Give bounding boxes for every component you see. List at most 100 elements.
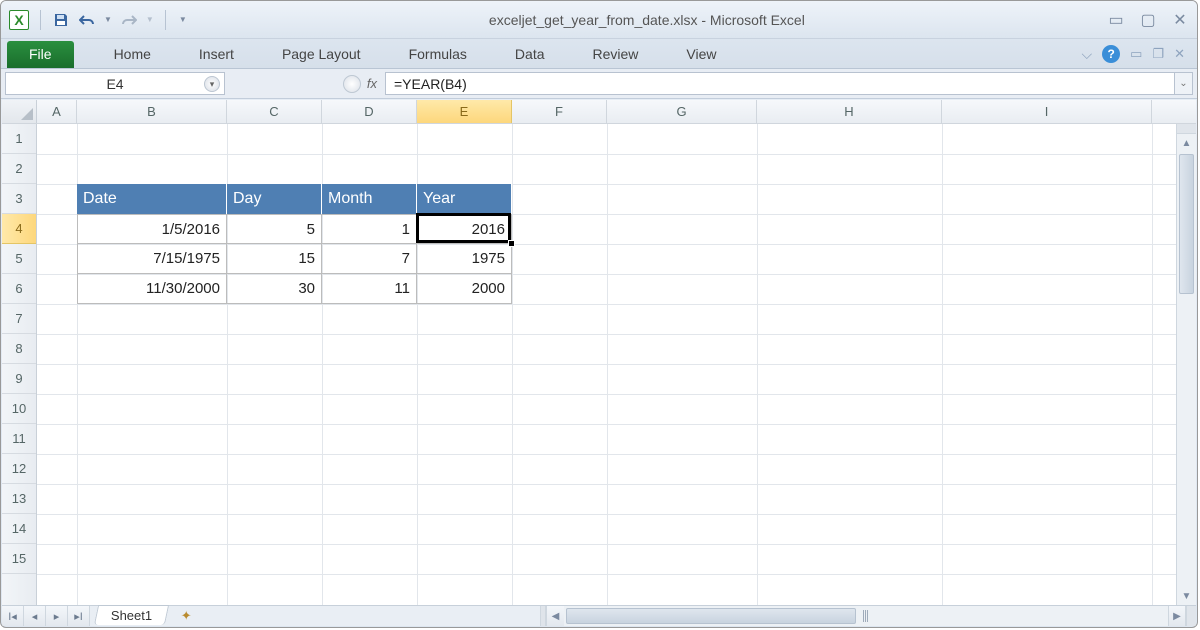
cell-B3[interactable]: Date — [77, 184, 227, 214]
redo-icon[interactable] — [120, 11, 138, 29]
col-header-G[interactable]: G — [607, 100, 757, 123]
cell-B4[interactable]: 1/5/2016 — [77, 214, 227, 244]
undo-icon[interactable] — [78, 11, 96, 29]
row-header-6[interactable]: 6 — [2, 274, 36, 304]
col-header-D[interactable]: D — [322, 100, 417, 123]
cell-D6[interactable]: 11 — [322, 274, 417, 304]
row-header-10[interactable]: 10 — [2, 394, 36, 424]
close-button[interactable]: ✕ — [1171, 11, 1189, 29]
row-header-7[interactable]: 7 — [2, 304, 36, 334]
formula-text: =YEAR(B4) — [394, 76, 467, 92]
save-icon[interactable] — [52, 11, 70, 29]
row-header-3[interactable]: 3 — [2, 184, 36, 214]
col-header-C[interactable]: C — [227, 100, 322, 123]
hscroll-tick-icon — [863, 610, 869, 622]
col-header-E[interactable]: E — [417, 100, 512, 123]
row-header-15[interactable]: 15 — [2, 544, 36, 574]
row-header-11[interactable]: 11 — [2, 424, 36, 454]
ribbon-chevron-icon[interactable]: ⌵ — [1082, 46, 1093, 63]
row-header-12[interactable]: 12 — [2, 454, 36, 484]
cell-D5[interactable]: 7 — [322, 244, 417, 274]
qat-customize-icon[interactable]: ▼ — [179, 15, 187, 24]
row-header-2[interactable]: 2 — [2, 154, 36, 184]
undo-dropdown-icon[interactable]: ▼ — [104, 15, 112, 24]
vscroll-down-icon[interactable]: ▼ — [1177, 587, 1196, 605]
cell-B5[interactable]: 7/15/1975 — [77, 244, 227, 274]
vscroll-split-handle[interactable] — [1177, 124, 1196, 134]
sheet-nav-first-icon[interactable]: I◂ — [2, 606, 24, 626]
tab-formulas[interactable]: Formulas — [409, 46, 467, 62]
cell-E6[interactable]: 2000 — [417, 274, 512, 304]
cells-area[interactable]: DateDayMonthYear1/5/20165120167/15/19751… — [37, 124, 1196, 605]
tab-page-layout[interactable]: Page Layout — [282, 46, 361, 62]
ribbon-tabs: File Home Insert Page Layout Formulas Da… — [1, 39, 1197, 69]
excel-window: X ▼ ▼ ▼ exceljet_get_year_from_date.xlsx… — [0, 0, 1198, 628]
cell-C6[interactable]: 30 — [227, 274, 322, 304]
sheet-nav-prev-icon[interactable]: ◂ — [24, 606, 46, 626]
col-header-F[interactable]: F — [512, 100, 607, 123]
formula-expand-icon[interactable]: ⌄ — [1175, 72, 1193, 95]
tab-review[interactable]: Review — [593, 46, 639, 62]
cell-B6[interactable]: 11/30/2000 — [77, 274, 227, 304]
cell-E4[interactable]: 2016 — [417, 214, 512, 244]
quick-access-toolbar: X ▼ ▼ ▼ — [9, 10, 187, 30]
new-sheet-icon[interactable]: ✦ — [173, 606, 199, 626]
row-header-5[interactable]: 5 — [2, 244, 36, 274]
maximize-button[interactable]: ▢ — [1139, 11, 1157, 29]
ribbon-right-controls: ⌵ ? ▭ ❐ ✕ — [1082, 45, 1191, 63]
row-header-8[interactable]: 8 — [2, 334, 36, 364]
hscroll-left-icon[interactable]: ◀ — [546, 606, 564, 626]
workbook-close-button[interactable]: ✕ — [1174, 46, 1185, 62]
horizontal-scrollbar[interactable]: ◀ ▶ — [546, 606, 1186, 626]
row-header-9[interactable]: 9 — [2, 364, 36, 394]
help-icon[interactable]: ? — [1102, 45, 1120, 63]
hscroll-thumb[interactable] — [566, 608, 856, 624]
cell-C3[interactable]: Day — [227, 184, 322, 214]
tab-view[interactable]: View — [686, 46, 716, 62]
sheet-nav-last-icon[interactable]: ▸I — [68, 606, 90, 626]
row-header-4[interactable]: 4 — [2, 214, 36, 244]
sheet-tab-label: Sheet1 — [111, 608, 152, 623]
minimize-button[interactable]: ▭ — [1107, 11, 1125, 29]
sheet-tab[interactable]: Sheet1 — [94, 605, 169, 625]
fx-button[interactable]: fx — [367, 76, 377, 91]
name-box[interactable]: E4 ▾ — [5, 72, 225, 95]
fx-area: fx — [225, 75, 385, 93]
col-header-B[interactable]: B — [77, 100, 227, 123]
title-bar: X ▼ ▼ ▼ exceljet_get_year_from_date.xlsx… — [1, 1, 1197, 39]
hscroll-right-icon[interactable]: ▶ — [1168, 606, 1186, 626]
cell-D4[interactable]: 1 — [322, 214, 417, 244]
column-headers: ABCDEFGHI — [2, 100, 1196, 124]
cell-E5[interactable]: 1975 — [417, 244, 512, 274]
worksheet-area: ABCDEFGHI 123456789101112131415 DateDayM… — [2, 100, 1196, 605]
select-all-corner[interactable] — [2, 100, 37, 123]
vscroll-up-icon[interactable]: ▲ — [1177, 134, 1196, 152]
name-box-dropdown-icon[interactable]: ▾ — [204, 76, 220, 92]
file-tab[interactable]: File — [7, 41, 74, 68]
col-header-I[interactable]: I — [942, 100, 1152, 123]
hscroll-track[interactable] — [564, 606, 1168, 626]
row-header-14[interactable]: 14 — [2, 514, 36, 544]
workbook-restore-button[interactable]: ❐ — [1152, 46, 1164, 62]
tab-data[interactable]: Data — [515, 46, 545, 62]
cell-C4[interactable]: 5 — [227, 214, 322, 244]
vertical-scrollbar[interactable]: ▲ ▼ — [1176, 124, 1196, 605]
workbook-minimize-button[interactable]: ▭ — [1130, 46, 1142, 62]
sheet-nav-next-icon[interactable]: ▸ — [46, 606, 68, 626]
row-header-13[interactable]: 13 — [2, 484, 36, 514]
row-header-1[interactable]: 1 — [2, 124, 36, 154]
cell-E3[interactable]: Year — [417, 184, 512, 214]
redo-dropdown-icon[interactable]: ▼ — [146, 15, 154, 24]
cell-D3[interactable]: Month — [322, 184, 417, 214]
hscroll-split-handle[interactable] — [1186, 606, 1196, 626]
formula-input[interactable]: =YEAR(B4) — [385, 72, 1175, 95]
tab-home[interactable]: Home — [114, 46, 151, 62]
vscroll-thumb[interactable] — [1179, 154, 1194, 294]
col-header-A[interactable]: A — [37, 100, 77, 123]
vscroll-track[interactable] — [1177, 152, 1196, 587]
qat-separator — [40, 10, 41, 30]
cell-C5[interactable]: 15 — [227, 244, 322, 274]
window-title: exceljet_get_year_from_date.xlsx - Micro… — [187, 12, 1107, 28]
col-header-H[interactable]: H — [757, 100, 942, 123]
tab-insert[interactable]: Insert — [199, 46, 234, 62]
